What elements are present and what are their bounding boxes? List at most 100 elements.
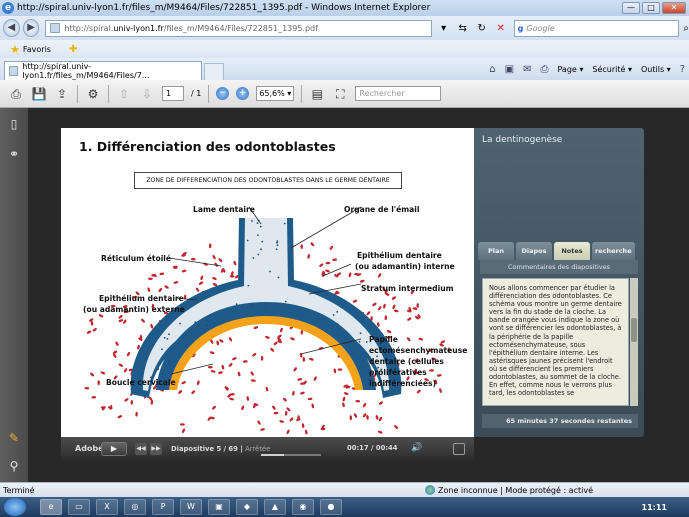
page-menu[interactable]: Page ▾: [557, 65, 583, 74]
mesenchyme-cell: [112, 350, 118, 354]
stop-icon[interactable]: ✕: [494, 23, 508, 34]
favorites-star-icon[interactable]: ★: [10, 43, 20, 56]
minimize-button[interactable]: —: [622, 2, 640, 14]
mesenchyme-cell: [200, 275, 204, 281]
home-icon[interactable]: ⌂: [489, 64, 495, 75]
address-bar: ◀ ▶ http://spiral. univ-lyon1.fr/files_m/…: [0, 16, 689, 40]
start-button[interactable]: [4, 498, 26, 516]
window-titlebar[interactable]: e http://spiral.univ-lyon1.fr/files_m/M9…: [0, 0, 689, 16]
comments-icon[interactable]: ✎: [6, 430, 22, 446]
attachment-icon[interactable]: ⚲: [6, 458, 22, 474]
mesenchyme-cell: [313, 376, 317, 381]
dropdown-icon[interactable]: ▾: [437, 23, 451, 34]
stellate-cell: [179, 322, 181, 325]
close-button[interactable]: ✕: [662, 2, 686, 14]
taskbar-app-icon[interactable]: ◆: [236, 499, 258, 515]
stellate-cell: [276, 241, 278, 244]
pages-icon[interactable]: ▯: [6, 116, 22, 132]
next-page-icon[interactable]: ⇩: [139, 86, 155, 102]
mesenchyme-cell: [123, 368, 128, 373]
zoom-out-button[interactable]: −: [216, 87, 230, 100]
mesenchyme-cell: [207, 365, 213, 369]
mesenchyme-cell: [124, 398, 129, 402]
mail-icon[interactable]: ✉: [523, 64, 531, 75]
mesenchyme-cell: [196, 380, 200, 386]
mesenchyme-cell: [319, 263, 324, 267]
tooth-germ-diagram: [84, 206, 451, 435]
stellate-cell: [163, 336, 166, 339]
tab-notes[interactable]: Notes: [554, 242, 590, 260]
forward-button[interactable]: ▶: [22, 19, 40, 37]
mesenchyme-cell: [195, 287, 200, 292]
mesenchyme-cell: [273, 411, 279, 415]
pdf-toolbar: ⎙ 💾 ⇪ ⚙ ⇧ ⇩ 1 / 1 − + 65,6% ▾ ▤ ⛶ Recher…: [0, 80, 689, 108]
taskbar-app-icon[interactable]: ◎: [124, 499, 146, 515]
mesenchyme-cell: [148, 277, 153, 280]
tab-diapos[interactable]: Diapos: [516, 242, 552, 260]
page-number-input[interactable]: 1: [162, 86, 184, 101]
export-icon[interactable]: ⇪: [54, 86, 70, 102]
fit-page-icon[interactable]: ▤: [309, 86, 325, 102]
zoom-in-button[interactable]: +: [236, 87, 250, 100]
compat-icon[interactable]: ⇆: [456, 23, 470, 34]
find-input[interactable]: Rechercher: [355, 86, 442, 101]
taskbar-vlc-icon[interactable]: ▲: [264, 499, 286, 515]
collaborate-icon[interactable]: ⚙: [85, 86, 101, 102]
mesenchyme-cell: [378, 416, 383, 422]
save-icon[interactable]: 💾: [31, 86, 47, 102]
maximize-button[interactable]: □: [642, 2, 660, 14]
add-favorite-icon[interactable]: ✚: [69, 44, 77, 55]
taskbar-ie-icon[interactable]: e: [40, 499, 62, 515]
refresh-icon[interactable]: ↻: [475, 23, 489, 34]
next-slide-button[interactable]: ▶▶: [150, 443, 162, 455]
mesenchyme-cell: [141, 318, 145, 323]
toolbar-divider: [77, 84, 78, 103]
stellate-cell: [168, 333, 170, 335]
url-input[interactable]: http://spiral. univ-lyon1.fr/files_m/M946…: [45, 19, 432, 37]
volume-icon[interactable]: 🔊: [411, 443, 422, 453]
play-button[interactable]: ▶: [101, 442, 127, 456]
search-input[interactable]: g Google: [513, 19, 680, 37]
notes-subtitle: Commentaires des diapositives: [480, 260, 638, 274]
print-icon[interactable]: ⎙: [540, 64, 548, 75]
mesenchyme-cell: [386, 330, 392, 334]
progress-track[interactable]: [261, 454, 321, 456]
fullscreen-button[interactable]: [453, 443, 465, 455]
stellate-cell: [275, 248, 278, 251]
url-domain: univ-lyon1.fr: [113, 23, 164, 33]
mesenchyme-cell: [180, 423, 185, 426]
help-icon[interactable]: ?: [680, 64, 685, 75]
binoculars-icon[interactable]: ⚭: [6, 146, 22, 162]
label-papille-3: dentaire (cellules: [369, 357, 444, 366]
scroll-thumb[interactable]: [631, 318, 637, 342]
taskbar-powerpoint-icon[interactable]: P: [152, 499, 174, 515]
zoom-select[interactable]: 65,6% ▾: [256, 86, 295, 101]
search-magnifier-icon[interactable]: ⌕: [683, 23, 689, 34]
prev-slide-button[interactable]: ◀◀: [135, 443, 147, 455]
taskbar-app-icon[interactable]: ◉: [292, 499, 314, 515]
tab-recherche[interactable]: recherche: [592, 242, 635, 260]
print-icon[interactable]: ⎙: [8, 86, 24, 102]
stellate-cell: [332, 314, 335, 316]
browser-tab[interactable]: http://spiral.univ-lyon1.fr/files_m/M946…: [4, 61, 202, 80]
stellate-cell: [276, 240, 279, 243]
stellate-cell: [235, 303, 238, 306]
tab-plan[interactable]: Plan: [478, 242, 514, 260]
favorites-button[interactable]: Favoris: [23, 45, 51, 54]
prev-page-icon[interactable]: ⇧: [116, 86, 132, 102]
taskbar-app-icon[interactable]: ●: [320, 499, 342, 515]
fit-width-icon[interactable]: ⛶: [332, 86, 348, 102]
taskbar-word-icon[interactable]: W: [180, 499, 202, 515]
taskbar-excel-icon[interactable]: X: [96, 499, 118, 515]
feeds-icon[interactable]: ▣: [505, 64, 514, 75]
taskbar-folder-icon[interactable]: ▭: [68, 499, 90, 515]
back-button[interactable]: ◀: [3, 19, 20, 37]
mesenchyme-cell: [284, 410, 288, 416]
mesenchyme-cell: [218, 258, 223, 262]
notes-scrollbar[interactable]: [630, 278, 638, 406]
mesenchyme-cell: [218, 371, 223, 375]
tools-menu[interactable]: Outils ▾: [641, 65, 671, 74]
new-tab-button[interactable]: [204, 63, 224, 80]
taskbar-app-icon[interactable]: ▣: [208, 499, 230, 515]
security-menu[interactable]: Sécurité ▾: [592, 65, 632, 74]
